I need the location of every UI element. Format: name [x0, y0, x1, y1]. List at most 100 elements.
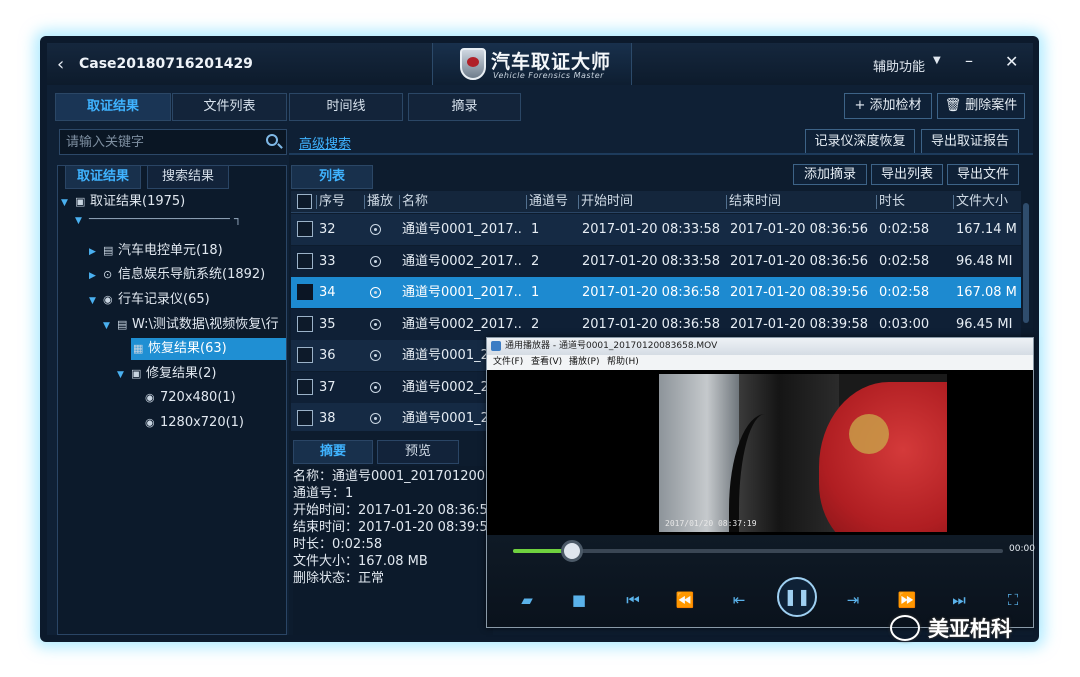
camera-icon: ◉ [103, 293, 113, 306]
tree-node-1280[interactable]: ◉ 1280x720(1) [145, 412, 244, 434]
tree-node-root[interactable]: ▼ ▣ 取证结果(1975) [61, 191, 185, 213]
col-end[interactable]: 结束时间 [725, 191, 781, 213]
col-duration[interactable]: 时长 [875, 191, 905, 213]
next-icon[interactable]: ⏭ [949, 591, 969, 609]
fullscreen-icon[interactable]: ⛶ [1003, 591, 1023, 609]
tab-list[interactable]: 列表 [291, 165, 373, 189]
detail-start: 开始时间：2017-01-20 08:36:58 [293, 503, 497, 518]
stop-icon[interactable]: ■ [569, 591, 589, 609]
collapsed-icon[interactable]: ▶ [89, 241, 103, 263]
table-row-selected[interactable]: 34 通道号0001_2017... 1 2017-01-20 08:36:58… [291, 277, 1021, 308]
col-channel[interactable]: 通道号 [525, 191, 568, 213]
play-icon[interactable] [370, 319, 381, 330]
tree-node-720[interactable]: ◉ 720x480(1) [145, 387, 236, 409]
chevron-down-icon[interactable]: ▼ [933, 55, 941, 66]
fast-forward-icon[interactable]: ⏩ [897, 591, 917, 609]
play-icon[interactable] [370, 382, 381, 393]
watermark-text: 美亚柏科 [928, 617, 1012, 641]
previous-icon[interactable]: ⏮ [623, 591, 643, 609]
tree-node-navigation[interactable]: ▶ ⊙ 信息娱乐导航系统(1892) [89, 264, 265, 286]
table-row[interactable]: 33 通道号0002_2017... 2 2017-01-20 08:33:58… [291, 246, 1021, 277]
table-scrollbar[interactable] [1021, 191, 1031, 341]
export-list-button[interactable]: 导出列表 [871, 164, 943, 185]
step-forward-icon[interactable]: ⇥ [843, 591, 863, 609]
tab-side-search[interactable]: 搜索结果 [147, 165, 229, 189]
tree-node-folder[interactable]: ▼ ▤ W:\测试数据\视频恢复\行 [103, 314, 286, 336]
video-area[interactable]: 2017/01/20 08:37:19 [487, 370, 1033, 535]
delete-case-button[interactable]: 🗑 删除案件 [937, 93, 1025, 119]
tab-results[interactable]: 取证结果 [55, 93, 171, 121]
seek-handle[interactable] [561, 540, 583, 562]
close-button[interactable]: ✕ [1005, 52, 1018, 71]
menu-help[interactable]: 帮助(H) [607, 355, 639, 370]
advanced-search-link[interactable]: 高级搜索 [299, 133, 351, 152]
row-checkbox[interactable] [297, 221, 313, 237]
row-checkbox[interactable] [297, 410, 313, 426]
tab-file-list[interactable]: 文件列表 [172, 93, 287, 121]
tab-excerpt[interactable]: 摘录 [408, 93, 521, 121]
table-row[interactable]: 35 通道号0002_2017... 2 2017-01-20 08:36:58… [291, 309, 1021, 340]
assist-menu[interactable]: 辅助功能 [873, 56, 925, 75]
row-checkbox[interactable] [297, 379, 313, 395]
pause-button[interactable]: ❚❚ [777, 577, 817, 617]
col-no[interactable]: 序号 [315, 191, 345, 213]
col-start[interactable]: 开始时间 [577, 191, 633, 213]
add-material-button[interactable]: + 添加检材 [844, 93, 932, 119]
search-input[interactable] [66, 133, 256, 151]
seek-bar[interactable] [513, 549, 1003, 553]
play-icon[interactable] [370, 350, 381, 361]
tab-side-results[interactable]: 取证结果 [65, 165, 141, 189]
row-checkbox[interactable] [297, 347, 313, 363]
row-checkbox[interactable] [297, 284, 313, 300]
player-menu-bar: 文件(F) 查看(V) 播放(P) 帮助(H) [487, 355, 1033, 370]
back-arrow-icon[interactable]: ‹ [57, 54, 64, 75]
tab-summary[interactable]: 摘要 [293, 440, 373, 464]
step-back-icon[interactable]: ⇤ [729, 591, 749, 609]
tree-node-recovered[interactable]: ▦ 恢复结果(63) [131, 338, 286, 360]
scrollbar-thumb[interactable] [1023, 203, 1029, 323]
tab-preview[interactable]: 预览 [377, 440, 459, 464]
ecu-icon: ▤ [103, 244, 114, 257]
table-row[interactable]: 32 通道号0001_2017... 1 2017-01-20 08:33:58… [291, 214, 1021, 245]
row-checkbox[interactable] [297, 316, 313, 332]
doc-icon: ▣ [75, 195, 86, 208]
search-icon[interactable] [266, 134, 278, 146]
repair-icon: ▣ [131, 367, 142, 380]
menu-file[interactable]: 文件(F) [493, 355, 523, 370]
export-report-button[interactable]: 导出取证报告 [921, 129, 1019, 155]
add-excerpt-button[interactable]: 添加摘录 [793, 164, 867, 185]
row-checkbox[interactable] [297, 253, 313, 269]
table-header: 序号 播放 名称 通道号 开始时间 结束时间 时长 文件大小 [291, 191, 1021, 213]
open-folder-icon[interactable]: ▰ [517, 591, 537, 609]
logo-title: 汽车取证大师 [491, 51, 612, 73]
rewind-icon[interactable]: ⏪ [675, 591, 695, 609]
select-all-checkbox[interactable] [297, 194, 312, 209]
play-icon[interactable] [370, 224, 381, 235]
col-play[interactable]: 播放 [363, 191, 393, 213]
collapsed-icon[interactable]: ▶ [89, 265, 103, 287]
expanded-icon[interactable]: ▼ [61, 192, 75, 214]
expanded-icon[interactable]: ▼ [103, 315, 117, 336]
menu-view[interactable]: 查看(V) [531, 355, 562, 370]
folder-icon: ▤ [117, 318, 128, 331]
expanded-icon[interactable]: ▼ [89, 290, 103, 312]
tab-timeline[interactable]: 时间线 [289, 93, 403, 121]
menu-play[interactable]: 播放(P) [569, 355, 599, 370]
recover-icon: ▦ [133, 342, 144, 355]
tree-node-repaired[interactable]: ▼ ▣ 修复结果(2) [117, 363, 216, 385]
tree-node-ecu[interactable]: ▶ ▤ 汽车电控单元(18) [89, 240, 223, 262]
play-icon[interactable] [370, 256, 381, 267]
expanded-icon[interactable]: ▼ [117, 364, 131, 386]
minimize-button[interactable]: – [965, 51, 973, 70]
shield-logo-icon [460, 48, 486, 80]
col-size[interactable]: 文件大小 [952, 191, 1008, 213]
play-icon[interactable] [370, 287, 381, 298]
export-file-button[interactable]: 导出文件 [947, 164, 1019, 185]
camera-icon: ◉ [145, 416, 155, 429]
deep-recover-button[interactable]: 记录仪深度恢复 [805, 129, 915, 155]
col-name[interactable]: 名称 [398, 191, 428, 213]
play-icon[interactable] [370, 413, 381, 424]
tree-node-dashcam[interactable]: ▼ ◉ 行车记录仪(65) [89, 289, 210, 311]
nav-icon: ⊙ [103, 268, 113, 281]
video-timestamp: 2017/01/20 08:37:19 [665, 519, 757, 528]
